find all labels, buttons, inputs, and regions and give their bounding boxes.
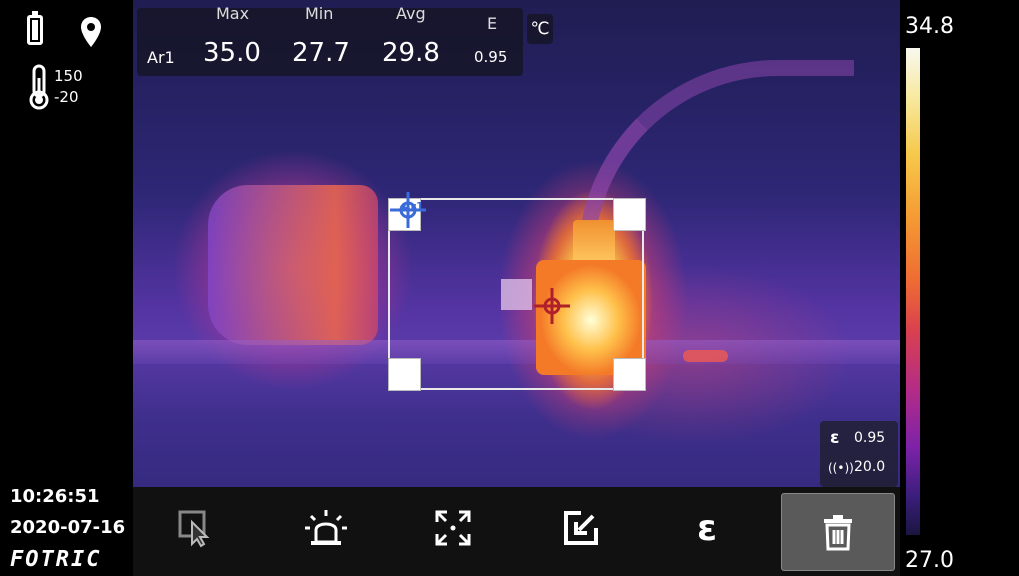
clock-date: 2020-07-16 bbox=[10, 517, 126, 538]
emissivity-symbol: ε bbox=[696, 507, 718, 549]
fullscreen-button[interactable] bbox=[413, 493, 493, 563]
max-header: Max bbox=[216, 4, 250, 23]
delete-button[interactable] bbox=[781, 493, 895, 571]
range-low: -20 bbox=[54, 88, 79, 106]
min-value: 27.7 bbox=[292, 38, 350, 68]
badge-emissivity-value: 0.95 bbox=[854, 430, 886, 446]
clock-time: 10:26:51 bbox=[10, 486, 100, 507]
left-status-rail: 150 -20 10:26:51 2020-07-16 FOTRIC bbox=[0, 0, 133, 576]
scale-max-value: 34.8 bbox=[905, 14, 954, 39]
max-cursor-label: Ar1 bbox=[402, 200, 424, 213]
max-value: 35.0 bbox=[203, 38, 261, 68]
roi-handle-bottom-right[interactable] bbox=[613, 358, 646, 391]
palette-bar[interactable] bbox=[906, 48, 920, 535]
emissivity-value: 0.95 bbox=[474, 48, 508, 66]
distance-signal-icon: ((•)) bbox=[828, 461, 854, 475]
brand-logo: FOTRIC bbox=[10, 547, 102, 572]
fullscreen-icon bbox=[435, 510, 471, 546]
location-pin-icon bbox=[81, 17, 101, 47]
roi-label: Ar1 bbox=[147, 48, 175, 67]
battery-icon bbox=[27, 11, 43, 45]
export-icon bbox=[564, 511, 598, 545]
badge-distance-value: 20.0 bbox=[854, 459, 886, 475]
hotspot-right bbox=[683, 350, 728, 362]
select-button[interactable] bbox=[156, 493, 236, 563]
scale-min-value: 27.0 bbox=[905, 548, 954, 573]
alarm-icon bbox=[305, 510, 347, 545]
emissivity-header: E bbox=[487, 14, 498, 33]
trash-icon bbox=[824, 515, 852, 551]
object-left bbox=[208, 185, 378, 345]
export-button[interactable] bbox=[541, 493, 621, 563]
emissivity-button[interactable]: ε bbox=[667, 493, 747, 563]
min-header: Min bbox=[305, 4, 334, 23]
bottom-toolbar: ε bbox=[133, 487, 900, 576]
min-temp-cursor-icon bbox=[534, 288, 570, 324]
unit-toggle-button[interactable]: ℃ bbox=[527, 14, 553, 44]
roi-handle-top-right[interactable] bbox=[613, 198, 646, 231]
roi-handle-bottom-left[interactable] bbox=[388, 358, 421, 391]
avg-value: 29.8 bbox=[382, 38, 440, 68]
avg-header: Avg bbox=[396, 4, 426, 23]
roi-move-handle[interactable] bbox=[501, 279, 532, 310]
alarm-button[interactable] bbox=[286, 493, 366, 563]
select-cursor-icon bbox=[178, 510, 210, 548]
badge-emissivity-symbol: ε bbox=[830, 428, 840, 448]
thermometer-icon bbox=[29, 64, 49, 110]
range-high: 150 bbox=[54, 67, 83, 85]
